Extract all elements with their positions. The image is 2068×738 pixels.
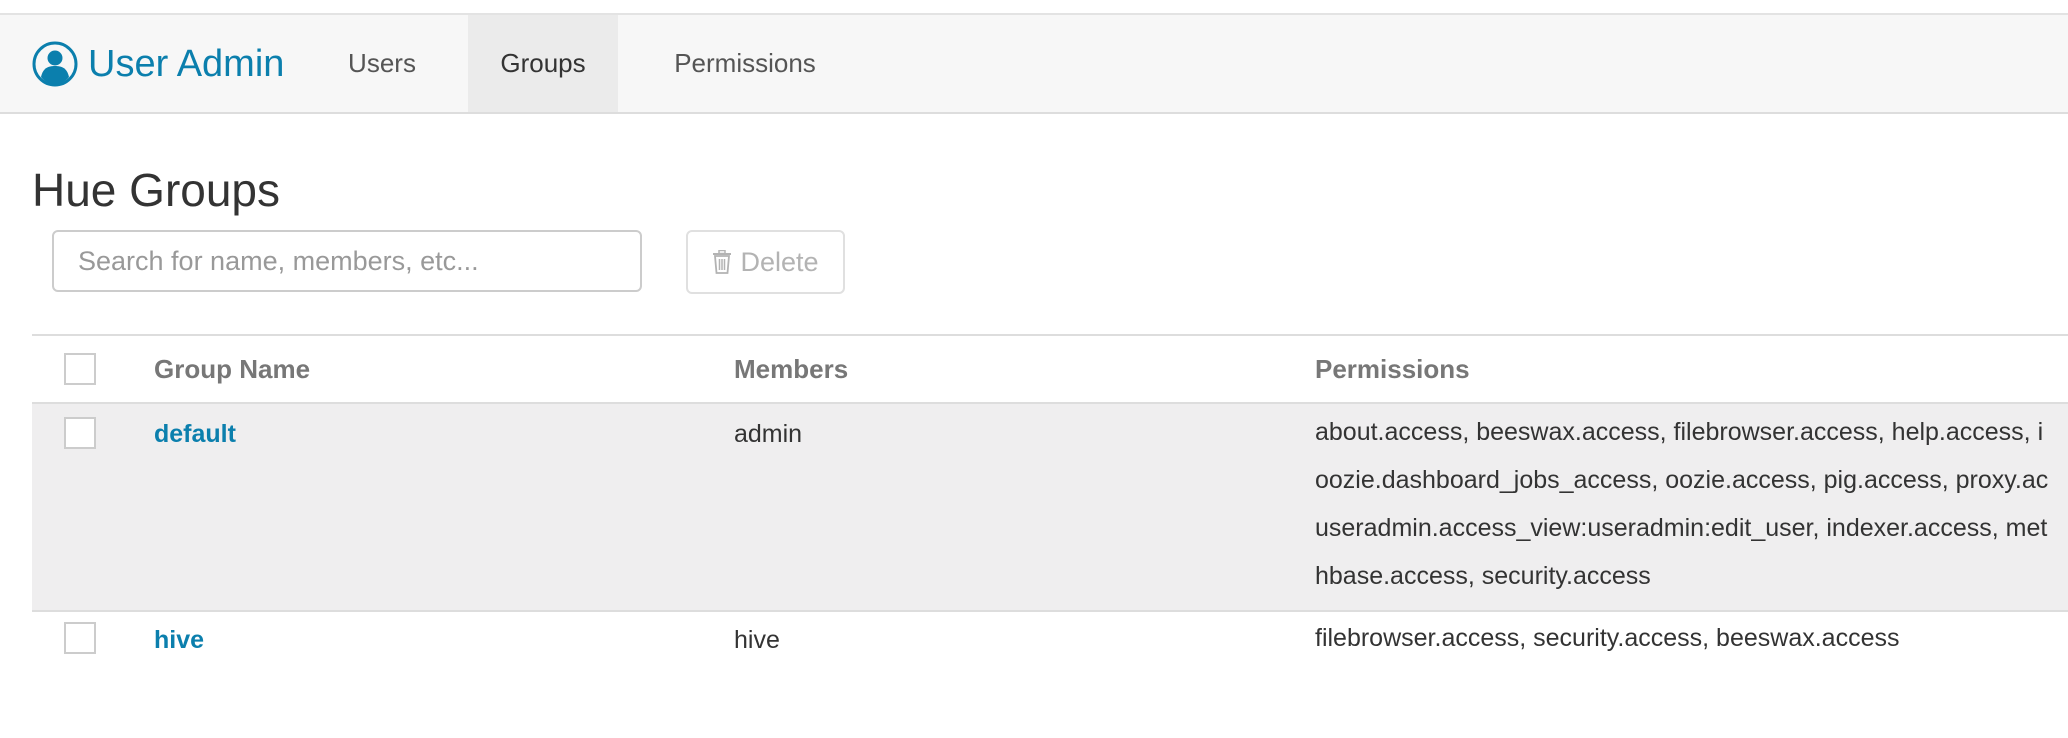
brand-title: User Admin (88, 42, 285, 85)
group-members: hive (734, 626, 780, 654)
delete-button-label: Delete (740, 246, 819, 277)
row-checkbox[interactable] (64, 622, 96, 654)
permissions-line: oozie.dashboard_jobs_access, oozie.acces… (1315, 466, 2049, 494)
search-input[interactable] (52, 230, 642, 292)
permissions-line: filebrowser.access, security.access, bee… (1315, 624, 1900, 652)
group-members: admin (734, 420, 803, 448)
permissions-line: hbase.access, security.access (1315, 562, 1651, 590)
select-all-checkbox[interactable] (64, 353, 96, 385)
table-row[interactable]: default admin about.access, beeswax.acce… (32, 404, 2068, 612)
tab-groups[interactable]: Groups (468, 15, 618, 112)
user-circle-icon (32, 41, 78, 87)
permissions-line: about.access, beeswax.access, filebrowse… (1315, 418, 2044, 446)
group-permissions: about.access, beeswax.access, filebrowse… (1315, 408, 2068, 600)
top-strip (0, 0, 2068, 15)
table-header: Group Name Members Permissions (32, 334, 2068, 404)
table-row[interactable]: hive hive filebrowser.access, security.a… (32, 612, 2068, 674)
groups-table: Group Name Members Permissions default a… (32, 334, 2068, 674)
column-header-group-name[interactable]: Group Name (154, 336, 310, 402)
group-name-link[interactable]: hive (154, 626, 204, 655)
brand-link[interactable]: User Admin (32, 39, 284, 89)
navbar: User Admin Users Groups Permissions (0, 15, 2068, 114)
row-checkbox[interactable] (64, 417, 96, 449)
tab-permissions[interactable]: Permissions (640, 15, 850, 112)
page-title: Hue Groups (32, 163, 281, 216)
trash-icon (713, 250, 732, 274)
tab-users[interactable]: Users (326, 15, 438, 112)
group-permissions: filebrowser.access, security.access, bee… (1315, 614, 2068, 662)
delete-button[interactable]: Delete (686, 230, 845, 294)
column-header-members[interactable]: Members (734, 336, 848, 402)
column-header-permissions[interactable]: Permissions (1315, 336, 1470, 402)
group-name-link[interactable]: default (154, 420, 236, 449)
permissions-line: useradmin.access_view:useradmin:edit_use… (1315, 514, 2048, 542)
